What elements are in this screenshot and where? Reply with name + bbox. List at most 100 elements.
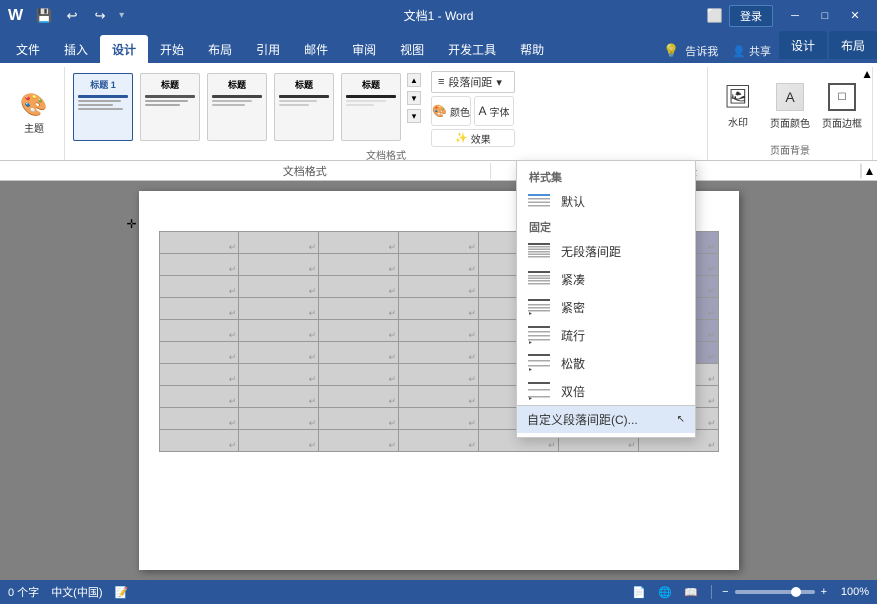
- spacing-tight[interactable]: 紧密: [517, 293, 695, 321]
- tab-design[interactable]: 设计: [100, 35, 148, 63]
- zoom-in-btn[interactable]: +: [821, 586, 827, 598]
- font-button[interactable]: A 字体: [474, 96, 514, 126]
- table-cell[interactable]: [159, 232, 239, 254]
- table-cell[interactable]: [319, 254, 399, 276]
- style-box-3[interactable]: 标题: [207, 73, 267, 141]
- table-cell[interactable]: [319, 342, 399, 364]
- table-cell[interactable]: [319, 276, 399, 298]
- tab-mailings[interactable]: 邮件: [292, 35, 340, 63]
- table-cell[interactable]: [399, 342, 479, 364]
- tab-view[interactable]: 视图: [388, 35, 436, 63]
- table-cell[interactable]: [159, 254, 239, 276]
- table-cell[interactable]: [399, 320, 479, 342]
- collapse-ribbon-btn[interactable]: ▲: [861, 67, 873, 81]
- save-btn[interactable]: 💾: [33, 5, 55, 27]
- tab-layout[interactable]: 布局: [196, 35, 244, 63]
- style-box-5[interactable]: 标题: [341, 73, 401, 141]
- style-scroll-down[interactable]: ▼: [407, 91, 421, 105]
- quick-access-more[interactable]: ▾: [119, 10, 124, 21]
- table-cell[interactable]: [399, 408, 479, 430]
- table-cell[interactable]: [399, 232, 479, 254]
- undo-btn[interactable]: ↩: [61, 5, 83, 27]
- table-cell[interactable]: [159, 320, 239, 342]
- table-cell[interactable]: [159, 298, 239, 320]
- table-cell[interactable]: [239, 342, 319, 364]
- spacing-open[interactable]: 疏行: [517, 321, 695, 349]
- minimize-button[interactable]: ─: [781, 5, 809, 27]
- table-cell[interactable]: [159, 386, 239, 408]
- table-cell[interactable]: [319, 364, 399, 386]
- redo-btn[interactable]: ↪: [89, 5, 111, 27]
- table-cell[interactable]: [159, 408, 239, 430]
- tab-help[interactable]: 帮助: [508, 35, 556, 63]
- theme-button[interactable]: 🎨 主题: [10, 79, 58, 149]
- maximize-button[interactable]: □: [811, 5, 839, 27]
- close-button[interactable]: ✕: [841, 5, 869, 27]
- table-cell[interactable]: [239, 430, 319, 452]
- tab-table-design[interactable]: 设计: [779, 31, 827, 59]
- web-view-btn[interactable]: 🌐: [655, 583, 675, 601]
- spacing-loose[interactable]: 松散: [517, 349, 695, 377]
- tab-insert[interactable]: 插入: [52, 35, 100, 63]
- color-button[interactable]: 🎨 颜色: [431, 96, 471, 126]
- table-cell[interactable]: [239, 408, 319, 430]
- table-cell[interactable]: [399, 386, 479, 408]
- tab-home[interactable]: 开始: [148, 35, 196, 63]
- table-cell[interactable]: [399, 298, 479, 320]
- table-cell[interactable]: [319, 386, 399, 408]
- style-more[interactable]: ▾: [407, 109, 421, 123]
- page-border-button[interactable]: ☐ 页面边框: [818, 72, 866, 142]
- page-color-button[interactable]: A 页面颜色: [766, 72, 814, 142]
- table-cell[interactable]: [399, 364, 479, 386]
- table-cell[interactable]: [319, 408, 399, 430]
- custom-spacing-button[interactable]: 自定义段落间距(C)... ↖: [517, 405, 695, 433]
- table-cell[interactable]: [399, 254, 479, 276]
- table-cell[interactable]: [239, 254, 319, 276]
- tab-review[interactable]: 审阅: [340, 35, 388, 63]
- macro-icon[interactable]: 📝: [115, 586, 129, 599]
- app-icon: W: [8, 7, 23, 25]
- share-label[interactable]: 👤 共享: [732, 43, 771, 59]
- table-move-handle[interactable]: ✛: [127, 219, 137, 229]
- table-cell[interactable]: [399, 430, 479, 452]
- login-button[interactable]: 登录: [729, 5, 773, 27]
- tab-file[interactable]: 文件: [4, 35, 52, 63]
- tab-developer[interactable]: 开发工具: [436, 35, 508, 63]
- table-cell[interactable]: [159, 342, 239, 364]
- effects-button[interactable]: ✨ 效果: [431, 129, 515, 147]
- para-spacing-button[interactable]: ≡ 段落间距 ▾: [431, 71, 515, 93]
- table-cell[interactable]: [239, 320, 319, 342]
- table-cell[interactable]: [239, 276, 319, 298]
- spacing-default[interactable]: 默认: [517, 187, 695, 215]
- style-box-4[interactable]: 标题: [274, 73, 334, 141]
- table-cell[interactable]: [319, 430, 399, 452]
- style-box-2[interactable]: 标题: [140, 73, 200, 141]
- tab-table-layout[interactable]: 布局: [829, 31, 877, 59]
- table-cell[interactable]: [159, 276, 239, 298]
- print-view-btn[interactable]: 📄: [629, 583, 649, 601]
- style-box-1[interactable]: 标题 1: [73, 73, 133, 141]
- table-cell[interactable]: [399, 276, 479, 298]
- ribbon-display-btn[interactable]: ⬜: [707, 8, 723, 24]
- tab-references[interactable]: 引用: [244, 35, 292, 63]
- table-cell[interactable]: [239, 364, 319, 386]
- tell-me-label[interactable]: 告诉我: [685, 43, 718, 59]
- spacing-double[interactable]: 双倍: [517, 377, 695, 405]
- table-cell[interactable]: [319, 232, 399, 254]
- read-view-btn[interactable]: 📖: [681, 583, 701, 601]
- spacing-compact[interactable]: 紧凑: [517, 265, 695, 293]
- table-cell[interactable]: [319, 320, 399, 342]
- style-scroll-up[interactable]: ▲: [407, 73, 421, 87]
- table-cell[interactable]: [159, 430, 239, 452]
- table-cell[interactable]: [319, 298, 399, 320]
- table-cell[interactable]: [159, 364, 239, 386]
- zoom-out-btn[interactable]: −: [722, 586, 728, 598]
- watermark-button[interactable]: 🖼 水印: [714, 72, 762, 142]
- table-cell[interactable]: [239, 386, 319, 408]
- table-cell[interactable]: [239, 232, 319, 254]
- spacing-no-para[interactable]: 无段落间距: [517, 237, 695, 265]
- section-collapse[interactable]: ▲: [861, 164, 877, 178]
- table-cell[interactable]: [239, 298, 319, 320]
- zoom-slider[interactable]: [735, 590, 815, 594]
- title-bar: W 💾 ↩ ↪ ▾ 文档1 - Word ⬜ 登录 ─ □ ✕: [0, 0, 877, 31]
